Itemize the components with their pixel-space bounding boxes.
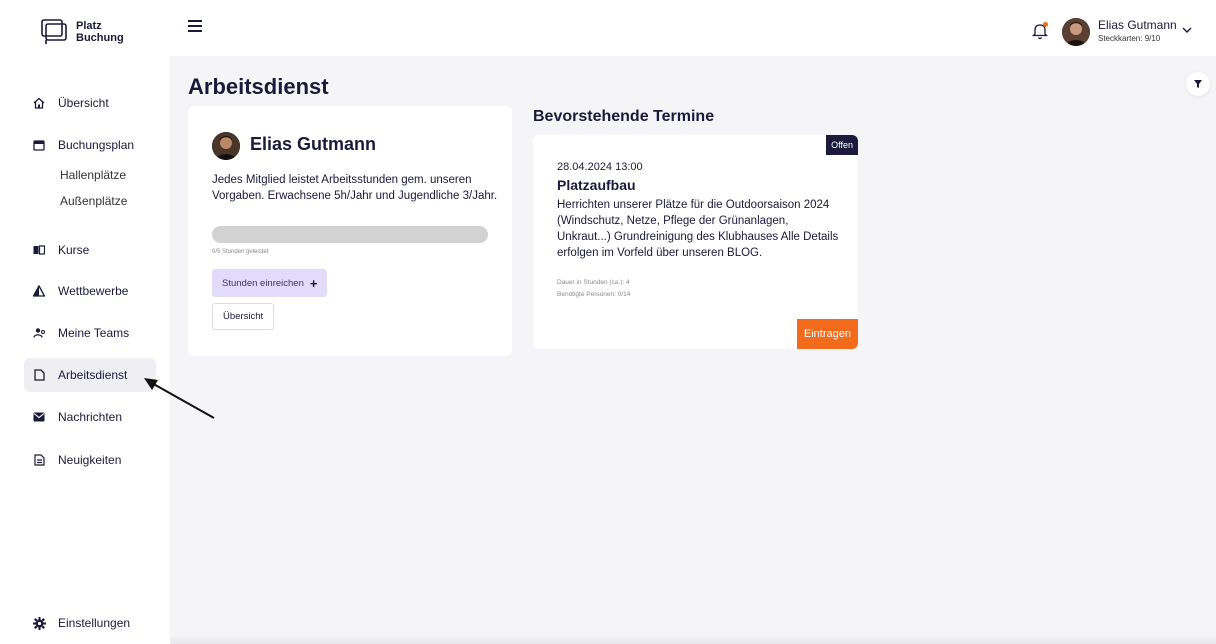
event-duration: Dauer in Stunden (ca.): 4 [557, 279, 630, 286]
member-name: Elias Gutmann [250, 134, 377, 154]
work-hours-card: Elias Gutmann Jedes Mitglied leistet Arb… [188, 106, 512, 356]
sidebar-item-meine-teams[interactable]: Meine Teams [24, 316, 156, 350]
sidebar-item-uebersicht[interactable]: Übersicht [24, 86, 156, 120]
filter-icon [1194, 80, 1202, 88]
calendar-icon [32, 138, 46, 152]
event-card: Offen 28.04.2024 13:00 Platzaufbau Herri… [533, 135, 858, 349]
topbar: Elias Gutmann Steckkarten: 9/10 [170, 0, 1216, 56]
news-icon [32, 453, 46, 467]
team-icon [32, 326, 46, 340]
mail-icon [32, 410, 46, 424]
upcoming-title: Bevorstehende Termine [533, 108, 715, 125]
logo-icon [41, 19, 67, 44]
sidebar-item-label: Buchungsplan [58, 138, 135, 152]
logo-line1: Platz [76, 20, 102, 32]
sidebar-item-label: Arbeitsdienst [58, 368, 128, 382]
status-badge: Offen [826, 135, 858, 155]
event-date: 28.04.2024 13:00 [557, 161, 643, 173]
event-persons-label: Benötigte Personen: [557, 291, 616, 298]
event-description: Herrichten unserer Plätze für die Outdoo… [557, 199, 839, 259]
logo-text: Platz Buchung [76, 20, 124, 44]
avatar[interactable] [1062, 18, 1090, 46]
sidebar-item-einstellungen[interactable]: Einstellungen [24, 606, 156, 640]
filter-button[interactable] [1186, 72, 1210, 96]
annotation-arrow-icon [144, 378, 215, 419]
event-duration-label: Dauer in Stunden (ca.): [557, 279, 625, 286]
signup-button[interactable]: Eintragen [796, 319, 858, 349]
avatar [212, 132, 240, 160]
home-icon [32, 96, 46, 110]
work-hours-description: Jedes Mitglied leistet Arbeitsstunden ge… [212, 174, 498, 202]
event-duration-value: 4 [626, 279, 630, 286]
chevron-down-icon[interactable] [1182, 26, 1192, 34]
sidebar-subitem-aussenplaetze[interactable]: Außenplätze [60, 194, 127, 208]
book-icon [32, 243, 46, 257]
menu-toggle-icon[interactable] [188, 20, 202, 32]
hours-progress-bar [212, 226, 488, 243]
sidebar-item-neuigkeiten[interactable]: Neuigkeiten [24, 443, 156, 477]
triangle-icon [32, 284, 46, 298]
document-icon [32, 368, 46, 382]
sidebar-item-label: Kurse [58, 243, 90, 257]
sidebar-item-label: Übersicht [58, 96, 109, 110]
notification-dot [1043, 22, 1048, 27]
sidebar-item-kurse[interactable]: Kurse [24, 233, 156, 267]
overview-button[interactable]: Übersicht [212, 303, 275, 330]
sidebar-item-nachrichten[interactable]: Nachrichten [24, 400, 156, 434]
sidebar-item-label: Wettbewerbe [58, 284, 129, 298]
event-title: Platzaufbau [557, 177, 636, 193]
gear-icon [32, 616, 46, 630]
hours-progress-label: 0/5 Stunden geleistet [212, 249, 269, 255]
sidebar-item-wettbewerbe[interactable]: Wettbewerbe [24, 274, 156, 308]
event-persons-value: 0/14 [617, 291, 631, 298]
bottom-edge [170, 636, 1216, 644]
logo-line2: Buchung [76, 32, 124, 44]
app: Platz Buchung Übersicht Buchungsplan Hal… [0, 0, 1216, 644]
sidebar-subitem-hallenplaetze[interactable]: Hallenplätze [60, 168, 126, 182]
sidebar-item-label: Neuigkeiten [58, 453, 122, 467]
sidebar-item-arbeitsdienst[interactable]: Arbeitsdienst [24, 358, 156, 392]
sidebar-item-label: Einstellungen [58, 616, 131, 630]
event-persons: Benötigte Personen: 0/14 [557, 291, 630, 298]
user-name[interactable]: Elias Gutmann [1098, 18, 1177, 32]
logo[interactable]: Platz Buchung [40, 18, 124, 46]
submit-hours-button[interactable]: Stunden einreichen + [212, 269, 328, 297]
submit-hours-label: Stunden einreichen [222, 277, 304, 289]
sidebar-item-label: Meine Teams [58, 326, 130, 340]
plus-icon: + [309, 275, 318, 291]
sidebar-item-buchungsplan[interactable]: Buchungsplan [24, 128, 156, 162]
sidebar: Platz Buchung Übersicht Buchungsplan Hal… [0, 0, 170, 644]
page-title: Arbeitsdienst [188, 74, 329, 99]
user-subtitle: Steckkarten: 9/10 [1098, 34, 1161, 43]
sidebar-item-label: Nachrichten [58, 410, 123, 424]
